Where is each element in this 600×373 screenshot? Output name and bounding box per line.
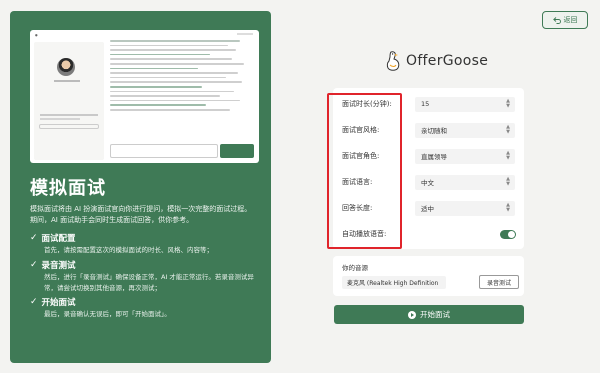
back-arrow-icon bbox=[552, 16, 561, 24]
setting-row-autoplay: 自动播放语音: bbox=[333, 221, 524, 247]
brand-name: OfferGoose bbox=[406, 53, 489, 69]
intro-panel: ● 模拟面试 模拟面试将由 AI 扮演面试官向你进行提问，模拟一次完整的面试过程… bbox=[10, 11, 271, 363]
chevron-updown-icon: ▲ ▼ bbox=[506, 202, 510, 213]
check-icon: ✓ bbox=[30, 260, 38, 270]
setting-label: 自动播放语音: bbox=[342, 230, 387, 238]
step-config: ✓ 面试配置 首先，请按需配置这次的模拟面试的时长、风格、内容等； bbox=[30, 232, 265, 256]
step-desc: 然后，进行「录音测试」确保设备正常，AI 才能正常运行。若录音测试异常，请尝试切… bbox=[44, 273, 254, 292]
page-title: 模拟面试 bbox=[30, 178, 106, 199]
setting-row-language: 面试语言: 中文 ▲ ▼ bbox=[333, 169, 524, 195]
preview-avatar bbox=[57, 58, 75, 76]
chevron-updown-icon: ▲ ▼ bbox=[506, 150, 510, 161]
intro-text: 模拟面试将由 AI 扮演面试官向你进行提问，模拟一次完整的面试过程。期间，AI … bbox=[30, 205, 252, 224]
setting-row-style: 面试官风格: 亲切随和 ▲ ▼ bbox=[333, 117, 524, 143]
check-icon: ✓ bbox=[30, 233, 38, 243]
setting-row-role: 面试官角色: 直属领导 ▲ ▼ bbox=[333, 143, 524, 169]
step-title: 面试配置 bbox=[41, 234, 76, 244]
answer-length-select[interactable]: 适中 ▲ ▼ bbox=[415, 200, 515, 216]
audio-test-button[interactable]: 录音测试 bbox=[479, 275, 519, 289]
brand-logo: OfferGoose bbox=[384, 50, 488, 72]
interviewer-role-select[interactable]: 直属领导 ▲ ▼ bbox=[415, 148, 515, 164]
start-interview-button[interactable]: 开始面试 bbox=[334, 305, 524, 324]
goose-logo-icon bbox=[386, 51, 400, 71]
interview-preview-image: ● bbox=[30, 30, 259, 163]
audio-source-card: 你的音源 麦克风 (Realtek High Definition 录音测试 bbox=[333, 256, 524, 296]
play-icon bbox=[408, 310, 416, 319]
chevron-updown-icon: ▲ ▼ bbox=[506, 98, 510, 109]
setting-row-duration: 面试时长(分钟): 15 ▲ ▼ bbox=[333, 91, 524, 117]
check-icon: ✓ bbox=[30, 297, 38, 307]
step-title: 开始面试 bbox=[41, 298, 76, 308]
interview-setup-page: ● 模拟面试 模拟面试将由 AI 扮演面试官向你进行提问，模拟一次完整的面试过程… bbox=[0, 0, 600, 373]
duration-select[interactable]: 15 ▲ ▼ bbox=[415, 96, 515, 112]
step-start: ✓ 开始面试 最后，录音确认无误后，即可「开始面试」。 bbox=[30, 296, 265, 320]
step-desc: 首先，请按需配置这次的模拟面试的时长、风格、内容等； bbox=[44, 246, 213, 254]
setting-label: 面试官角色: bbox=[342, 152, 380, 160]
step-desc: 最后，录音确认无误后，即可「开始面试」。 bbox=[44, 310, 171, 318]
setting-label: 面试时长(分钟): bbox=[342, 100, 392, 108]
step-title: 录音测试 bbox=[41, 261, 76, 271]
back-button-label: 返回 bbox=[563, 16, 578, 24]
step-audio-test: ✓ 录音测试 然后，进行「录音测试」确保设备正常，AI 才能正常运行。若录音测试异… bbox=[30, 259, 265, 294]
audio-source-label: 你的音源 bbox=[342, 264, 368, 272]
start-button-label: 开始面试 bbox=[420, 310, 450, 319]
interviewer-style-select[interactable]: 亲切随和 ▲ ▼ bbox=[415, 122, 515, 138]
chevron-updown-icon: ▲ ▼ bbox=[506, 124, 510, 135]
language-select[interactable]: 中文 ▲ ▼ bbox=[415, 174, 515, 190]
setting-label: 回答长度: bbox=[342, 204, 373, 212]
back-button[interactable]: 返回 bbox=[542, 11, 588, 29]
preview-chat bbox=[110, 40, 253, 150]
setting-label: 面试官风格: bbox=[342, 126, 380, 134]
setting-label: 面试语言: bbox=[342, 178, 373, 186]
autoplay-voice-toggle[interactable] bbox=[500, 229, 516, 239]
audio-device-select[interactable]: 麦克风 (Realtek High Definition bbox=[342, 276, 446, 289]
setting-row-answer-length: 回答长度: 适中 ▲ ▼ bbox=[333, 195, 524, 221]
chevron-updown-icon: ▲ ▼ bbox=[506, 176, 510, 187]
settings-card: 面试时长(分钟): 15 ▲ ▼ 面试官风格: 亲切随和 ▲ ▼ 面试官角色: 直属… bbox=[333, 88, 524, 249]
